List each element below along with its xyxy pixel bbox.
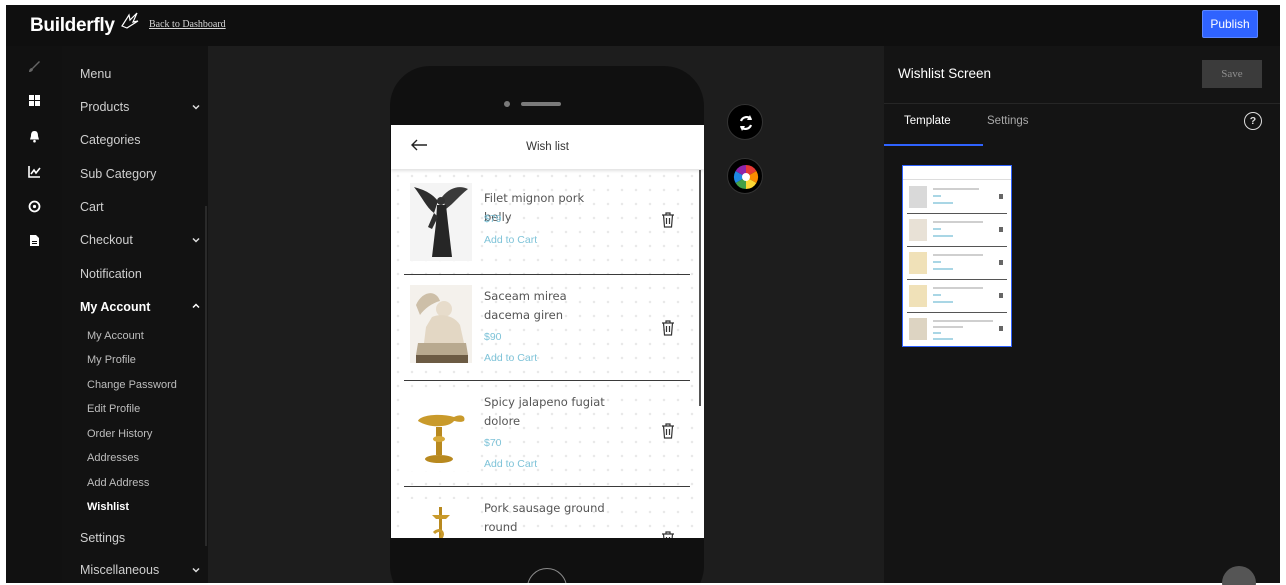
sidebar-item-menu[interactable]: Menu (80, 67, 111, 81)
sidebar-subitem-my-account[interactable]: My Account (87, 330, 144, 342)
tab-settings[interactable]: Settings (987, 115, 1029, 127)
brush-icon[interactable] (28, 60, 41, 73)
phone-frame: Wish list Filet mignon pork belly $79 Ad… (390, 66, 704, 583)
builderfly-logo[interactable]: Builderfly (30, 15, 115, 37)
product-name[interactable]: Filet mignon pork belly (484, 189, 614, 227)
template-thumbnail[interactable] (902, 165, 1012, 347)
refresh-button[interactable] (727, 104, 763, 140)
product-image-brass-lamp[interactable] (410, 393, 472, 471)
template-thumb-row (907, 215, 1007, 247)
list-item[interactable]: Saceam mirea dacema giren $90 Add to Car… (404, 275, 690, 381)
sidebar-subitem-order-history[interactable]: Order History (87, 428, 152, 440)
product-image-cherub-statue[interactable] (410, 285, 472, 363)
sidebar-subitem-my-profile[interactable]: My Profile (87, 354, 136, 366)
list-item[interactable]: Filet mignon pork belly $79 Add to Cart (404, 169, 690, 275)
template-thumb-row (907, 248, 1007, 280)
list-item[interactable]: Spicy jalapeno fugiat dolore $70 Add to … (404, 381, 690, 487)
color-wheel-icon (733, 165, 759, 189)
trash-icon[interactable] (661, 423, 675, 439)
sidebar-item-cart[interactable]: Cart (80, 200, 104, 214)
icon-rail (6, 46, 62, 583)
top-bar: Builderfly Back to Dashboard Publish (6, 5, 1280, 46)
trash-icon[interactable] (661, 531, 675, 538)
template-thumb-header (903, 166, 1011, 180)
product-name[interactable]: Pork sausage ground round (484, 499, 614, 537)
add-to-cart-link[interactable]: Add to Cart (484, 234, 537, 246)
product-price: $70 (484, 437, 502, 449)
sidebar-item-products[interactable]: Products (80, 100, 129, 114)
document-icon[interactable] (28, 234, 41, 247)
color-picker-button[interactable] (727, 158, 763, 194)
add-to-cart-link[interactable]: Add to Cart (484, 352, 537, 364)
active-tab-indicator (884, 144, 983, 146)
sidebar-scrollbar[interactable] (205, 206, 207, 546)
product-name[interactable]: Saceam mirea dacema giren (484, 287, 614, 325)
preview-canvas: Wish list Filet mignon pork belly $79 Ad… (208, 46, 884, 583)
sidebar-item-notification[interactable]: Notification (80, 267, 142, 281)
chevron-down-icon[interactable] (192, 566, 200, 574)
save-button[interactable]: Save (1202, 60, 1262, 88)
phone-screen: Wish list Filet mignon pork belly $79 Ad… (391, 125, 704, 538)
phone-speaker (521, 102, 561, 106)
screen-scrollbar[interactable] (699, 170, 701, 406)
properties-panel: Wishlist Screen Save Template Settings ? (884, 46, 1280, 583)
chevron-down-icon[interactable] (192, 103, 200, 111)
sidebar-item-settings[interactable]: Settings (80, 531, 125, 545)
product-image-angel-statue[interactable] (410, 183, 472, 261)
publish-button[interactable]: Publish (1202, 10, 1258, 38)
template-thumb-row (907, 281, 1007, 313)
back-to-dashboard-link[interactable]: Back to Dashboard (149, 19, 226, 30)
template-thumb-row (907, 182, 1007, 214)
list-item[interactable]: Pork sausage ground round (404, 487, 690, 538)
product-price: $79 (484, 213, 502, 225)
chevron-down-icon[interactable] (192, 236, 200, 244)
sidebar-subitem-change-password[interactable]: Change Password (87, 379, 177, 391)
wishlist-list: Filet mignon pork belly $79 Add to Cart (391, 169, 704, 538)
trash-icon[interactable] (661, 212, 675, 228)
trash-icon[interactable] (661, 320, 675, 336)
panel-divider (884, 103, 1280, 104)
phone-camera (504, 101, 510, 107)
product-name[interactable]: Spicy jalapeno fugiat dolore (484, 393, 614, 431)
bell-icon[interactable] (28, 130, 41, 143)
sidebar-item-sub-category[interactable]: Sub Category (80, 167, 156, 181)
sidebar-subitem-wishlist[interactable]: Wishlist (87, 501, 129, 513)
sidebar-subitem-edit-profile[interactable]: Edit Profile (87, 403, 140, 415)
template-thumb-row (907, 314, 1007, 346)
wishlist-header: Wish list (391, 125, 704, 169)
builder-app: Builderfly Back to Dashboard Publish Men… (6, 5, 1280, 583)
chart-icon[interactable] (28, 165, 41, 178)
chevron-up-icon[interactable] (192, 302, 200, 310)
help-icon[interactable]: ? (1244, 112, 1262, 130)
sidebar-item-miscellaneous[interactable]: Miscellaneous (80, 563, 159, 577)
add-to-cart-link[interactable]: Add to Cart (484, 458, 537, 470)
sidebar-item-checkout[interactable]: Checkout (80, 233, 133, 247)
dashboard-grid-icon[interactable] (28, 94, 41, 107)
wishlist-title: Wish list (526, 141, 569, 153)
settings-circle-icon[interactable] (28, 200, 41, 213)
sidebar-item-categories[interactable]: Categories (80, 133, 140, 147)
phone-home-button[interactable] (527, 568, 567, 583)
sidebar: Menu Products Categories Sub Category Ca… (62, 46, 208, 583)
refresh-icon (739, 115, 753, 131)
sidebar-subitem-addresses[interactable]: Addresses (87, 452, 139, 464)
sidebar-subitem-add-address[interactable]: Add Address (87, 477, 149, 489)
product-image-brass-figurine[interactable] (410, 499, 472, 538)
sidebar-item-my-account[interactable]: My Account (80, 300, 150, 314)
tab-template[interactable]: Template (904, 115, 951, 127)
logo-wing-icon (121, 12, 139, 29)
panel-title: Wishlist Screen (898, 66, 992, 81)
product-price: $90 (484, 331, 502, 343)
